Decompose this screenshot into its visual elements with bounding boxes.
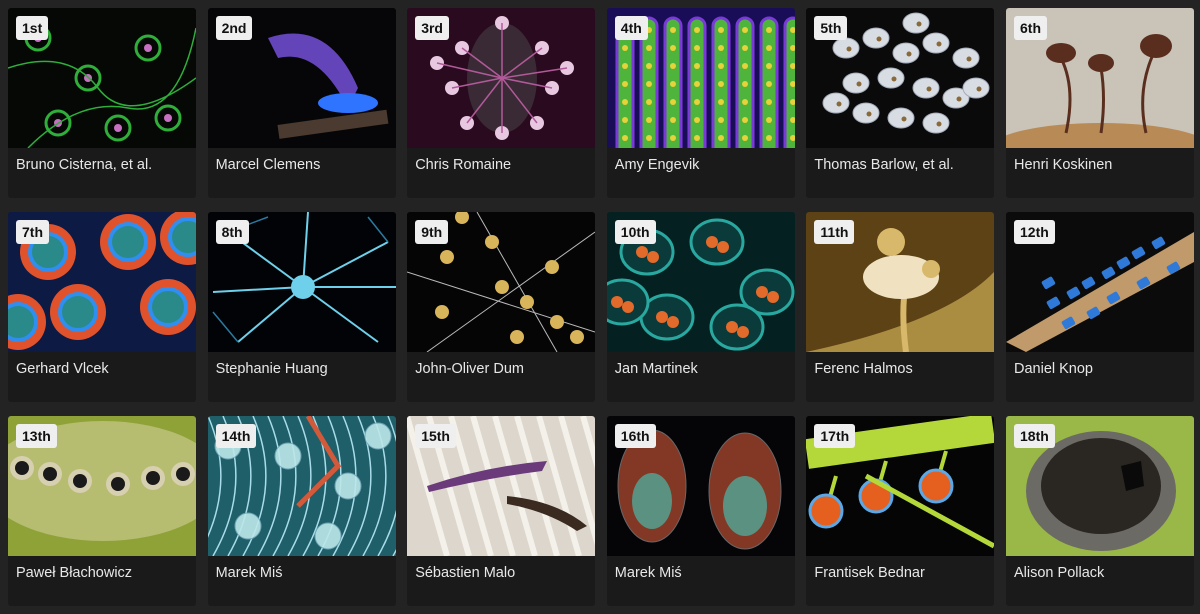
rank-badge: 7th: [16, 220, 49, 244]
photo-card-10th[interactable]: 10th Jan Martinek: [606, 212, 795, 402]
photo-card-17th[interactable]: 17th Frantisek Bednar: [806, 416, 995, 606]
photographer-name: Bruno Cisterna, et al.: [16, 157, 153, 173]
photo-card-15th[interactable]: 15th Sébastien Malo: [407, 416, 596, 606]
rank-badge: 15th: [415, 424, 456, 448]
photographer-name: Daniel Knop: [1014, 361, 1093, 377]
photographer-name: Amy Engevik: [614, 157, 700, 173]
rank-badge: 10th: [614, 220, 656, 244]
rank-badge: 1st: [16, 16, 49, 40]
photographer-name: Henri Koskinen: [1014, 157, 1113, 173]
rank-badge: 13th: [16, 424, 57, 448]
photographer-name: Jan Martinek: [614, 361, 698, 377]
photo-card-8th[interactable]: 8th Stephanie Huang: [207, 212, 396, 402]
photo-card-12th[interactable]: 12th Daniel Knop: [1006, 212, 1194, 402]
photo-card-13th[interactable]: 13th Paweł Błachowicz: [8, 416, 196, 606]
photo-card-16th[interactable]: 16th Marek Miś: [606, 416, 795, 606]
rank-badge: 6th: [1014, 16, 1047, 40]
rank-badge: 9th: [415, 220, 449, 244]
rank-badge: 5th: [814, 16, 848, 40]
rank-badge: 18th: [1014, 424, 1055, 448]
photo-card-5th[interactable]: 5th Thomas Barlow, et al.: [806, 8, 995, 198]
photographer-name: Thomas Barlow, et al.: [814, 157, 954, 173]
rank-badge: 3rd: [415, 16, 449, 40]
photo-card-1st[interactable]: 1st Bruno Cisterna, et al.: [8, 8, 196, 198]
rank-badge: 16th: [614, 424, 656, 448]
photo-card-3rd[interactable]: 3rd Chris Romaine: [407, 8, 596, 198]
rank-badge: 11th: [814, 220, 855, 244]
photographer-name: Marcel Clemens: [215, 157, 321, 173]
photographer-name: Stephanie Huang: [215, 361, 328, 377]
rank-badge: 12th: [1014, 220, 1055, 244]
rank-badge: 4th: [614, 16, 648, 40]
rank-badge: 17th: [814, 424, 856, 448]
photographer-name: Alison Pollack: [1014, 565, 1105, 581]
photo-card-14th[interactable]: 14th Marek Miś: [207, 416, 396, 606]
photographer-name: Gerhard Vlcek: [16, 361, 109, 377]
photographer-name: Marek Miś: [614, 565, 682, 581]
photo-card-18th[interactable]: 18th Alison Pollack: [1006, 416, 1194, 606]
photographer-name: Chris Romaine: [415, 157, 512, 173]
photo-card-4th[interactable]: 4th Amy Engevik: [606, 8, 795, 198]
photographer-name: Frantisek Bednar: [814, 565, 925, 581]
photographer-name: John-Oliver Dum: [415, 361, 524, 377]
photo-card-11th[interactable]: 11th Ferenc Halmos: [806, 212, 995, 402]
photo-card-9th[interactable]: 9th John-Oliver Dum: [407, 212, 596, 402]
rank-badge: 2nd: [215, 16, 253, 40]
photo-card-6th[interactable]: 6th Henri Koskinen: [1006, 8, 1194, 198]
photographer-name: Ferenc Halmos: [814, 361, 913, 377]
photo-card-2nd[interactable]: 2nd Marcel Clemens: [207, 8, 396, 198]
rank-badge: 8th: [215, 220, 249, 244]
photographer-name: Paweł Błachowicz: [16, 565, 133, 581]
photographer-name: Sébastien Malo: [415, 565, 516, 581]
photographer-name: Marek Miś: [215, 565, 283, 581]
photo-grid: 1st Bruno Cisterna, et al. 2nd Marcel Cleme…: [0, 0, 1200, 614]
rank-badge: 14th: [215, 424, 257, 448]
photo-card-7th[interactable]: 7th Gerhard Vlcek: [8, 212, 196, 402]
